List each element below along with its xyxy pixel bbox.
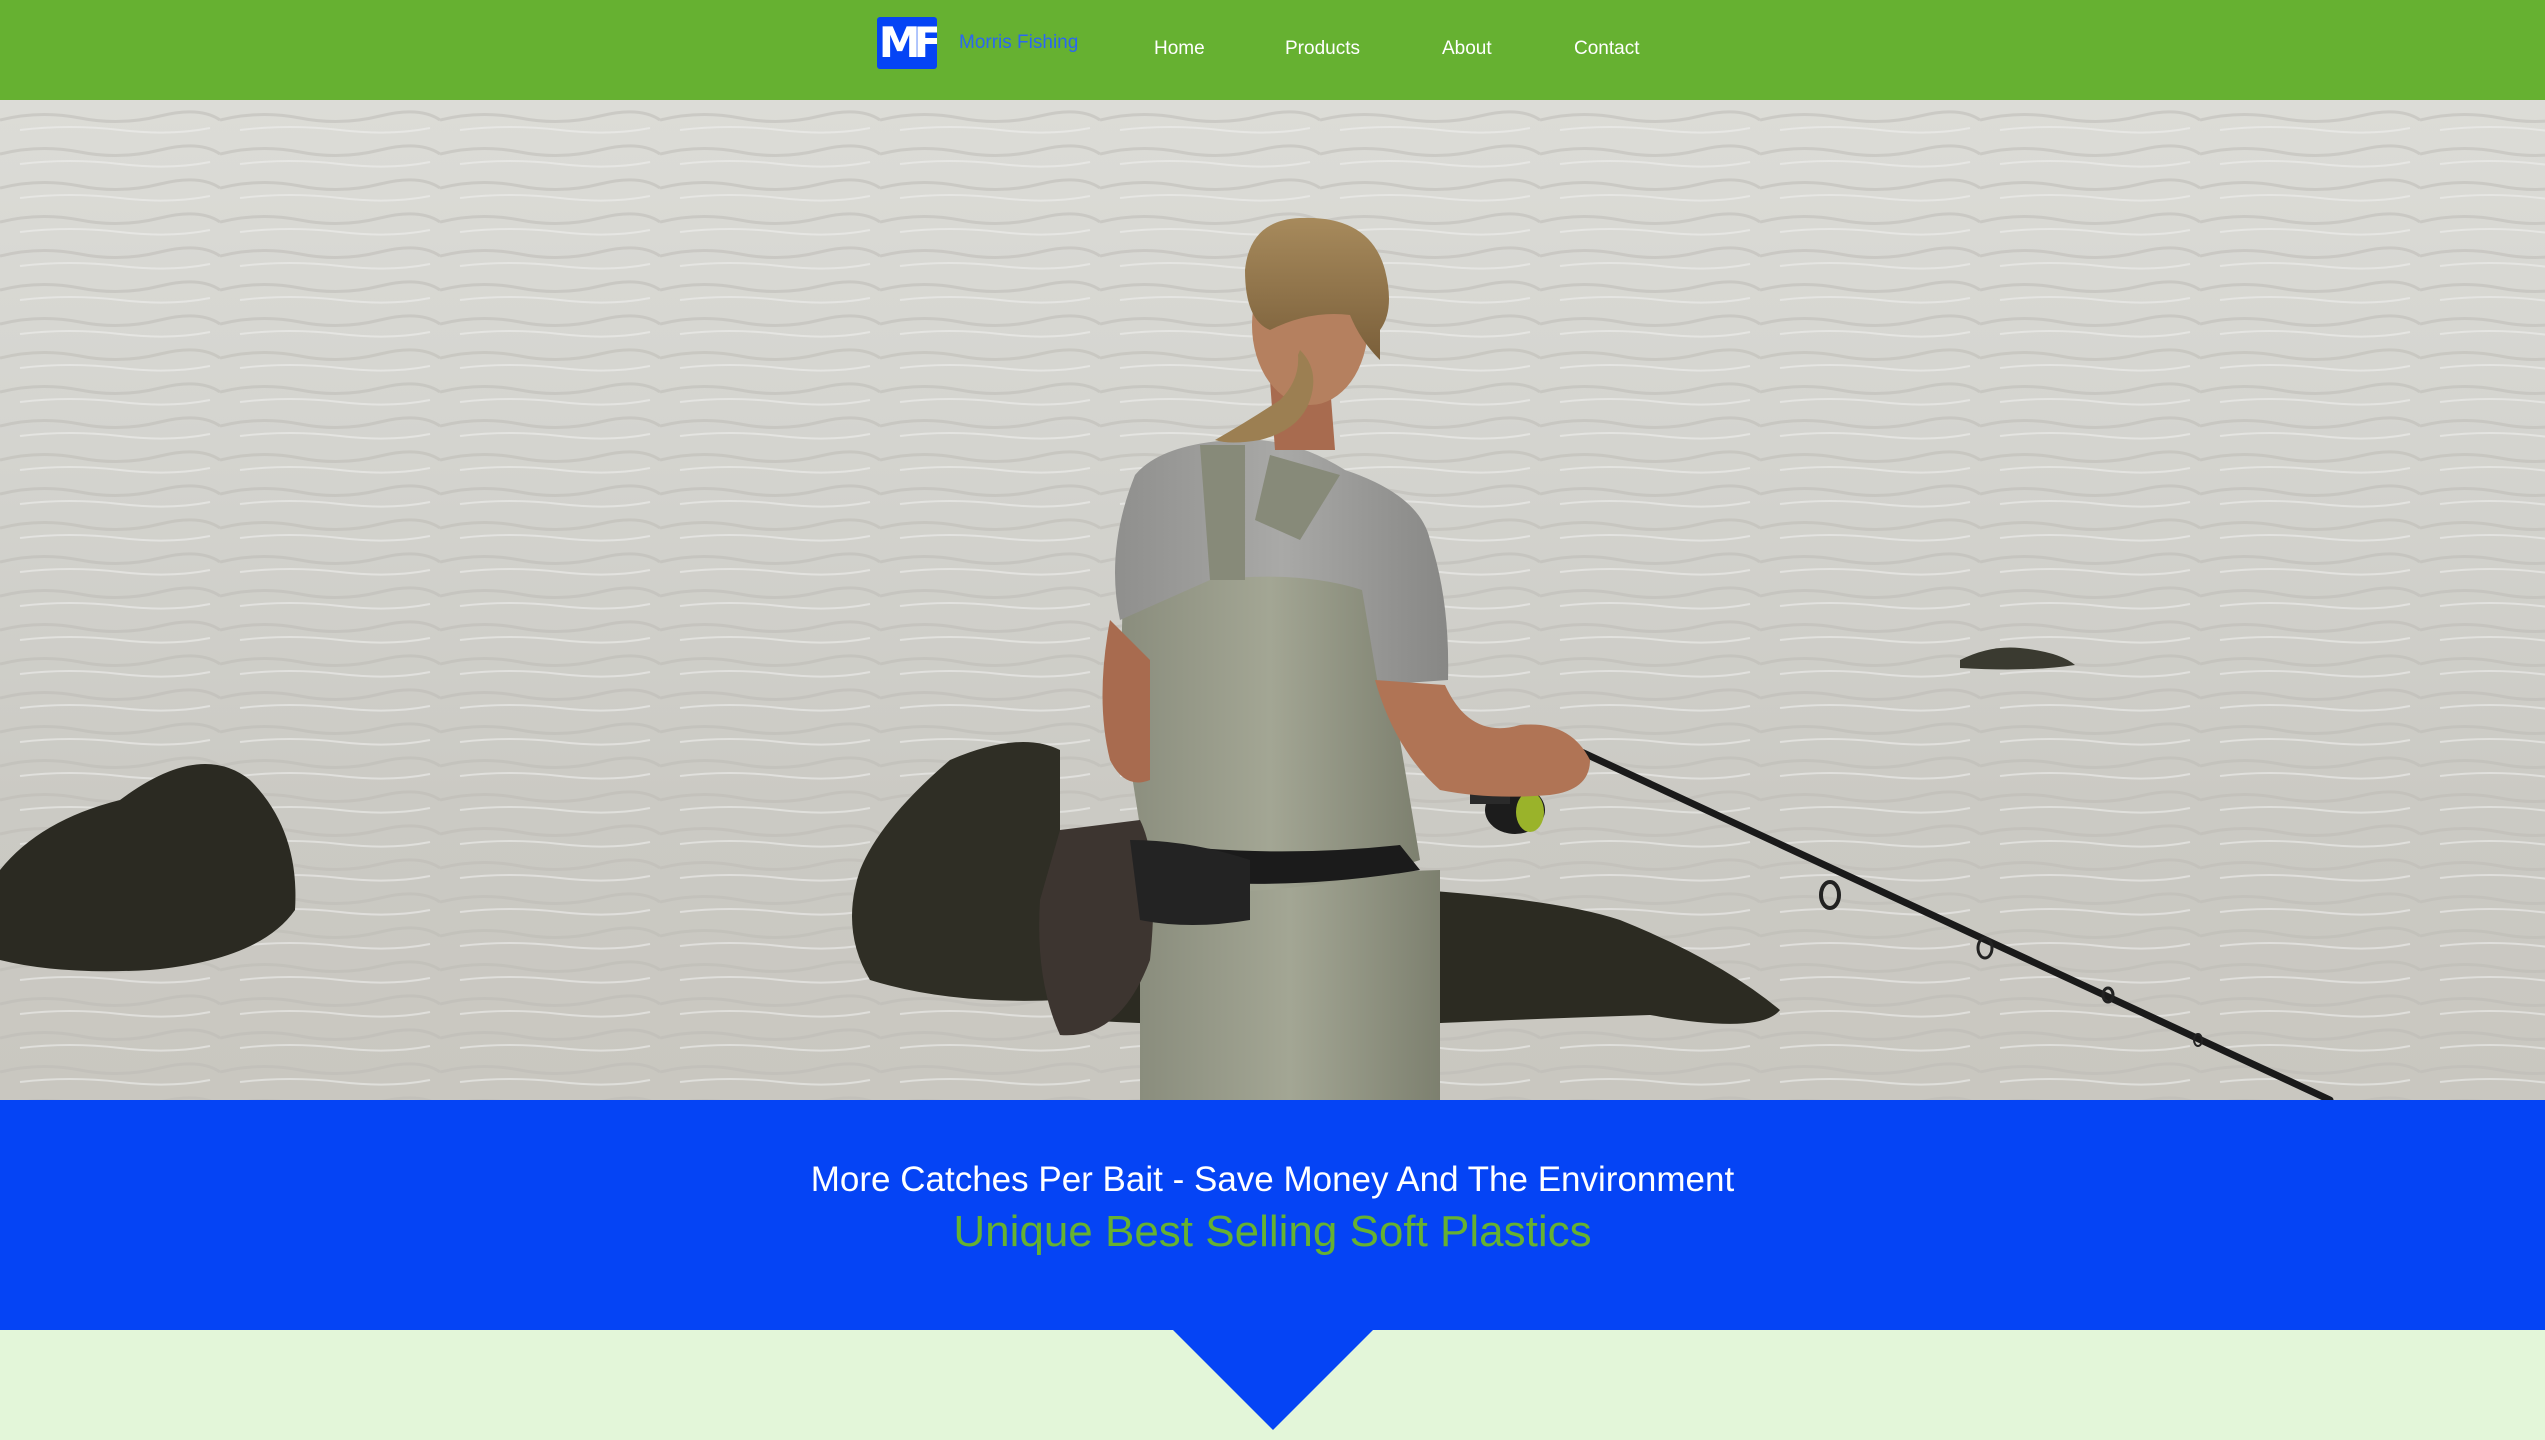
tagline-banner: More Catches Per Bait - Save Money And T… xyxy=(0,1100,2545,1330)
nav-products-link[interactable]: Products xyxy=(1285,30,1360,68)
brand-name: Morris Fishing xyxy=(959,32,1079,53)
hero-image xyxy=(0,100,2545,1100)
logo-text: MF xyxy=(878,18,937,67)
banner-headline: More Catches Per Bait - Save Money And T… xyxy=(810,1160,1735,1199)
nav-about-link[interactable]: About xyxy=(1442,30,1492,68)
top-navigation-bar: MF Morris Fishing Home Products About Co… xyxy=(0,0,2545,100)
banner-subline: Unique Best Selling Soft Plastics xyxy=(953,1207,1592,1256)
brand-home-link[interactable]: MF Morris Fishing xyxy=(877,17,1078,69)
fisherman-illustration xyxy=(0,100,2545,1100)
nav-home-link[interactable]: Home xyxy=(1154,30,1205,68)
nav-contact-link[interactable]: Contact xyxy=(1574,30,1639,68)
morris-fishing-logo: MF xyxy=(877,17,937,69)
down-triangle-icon xyxy=(1172,1329,1374,1430)
